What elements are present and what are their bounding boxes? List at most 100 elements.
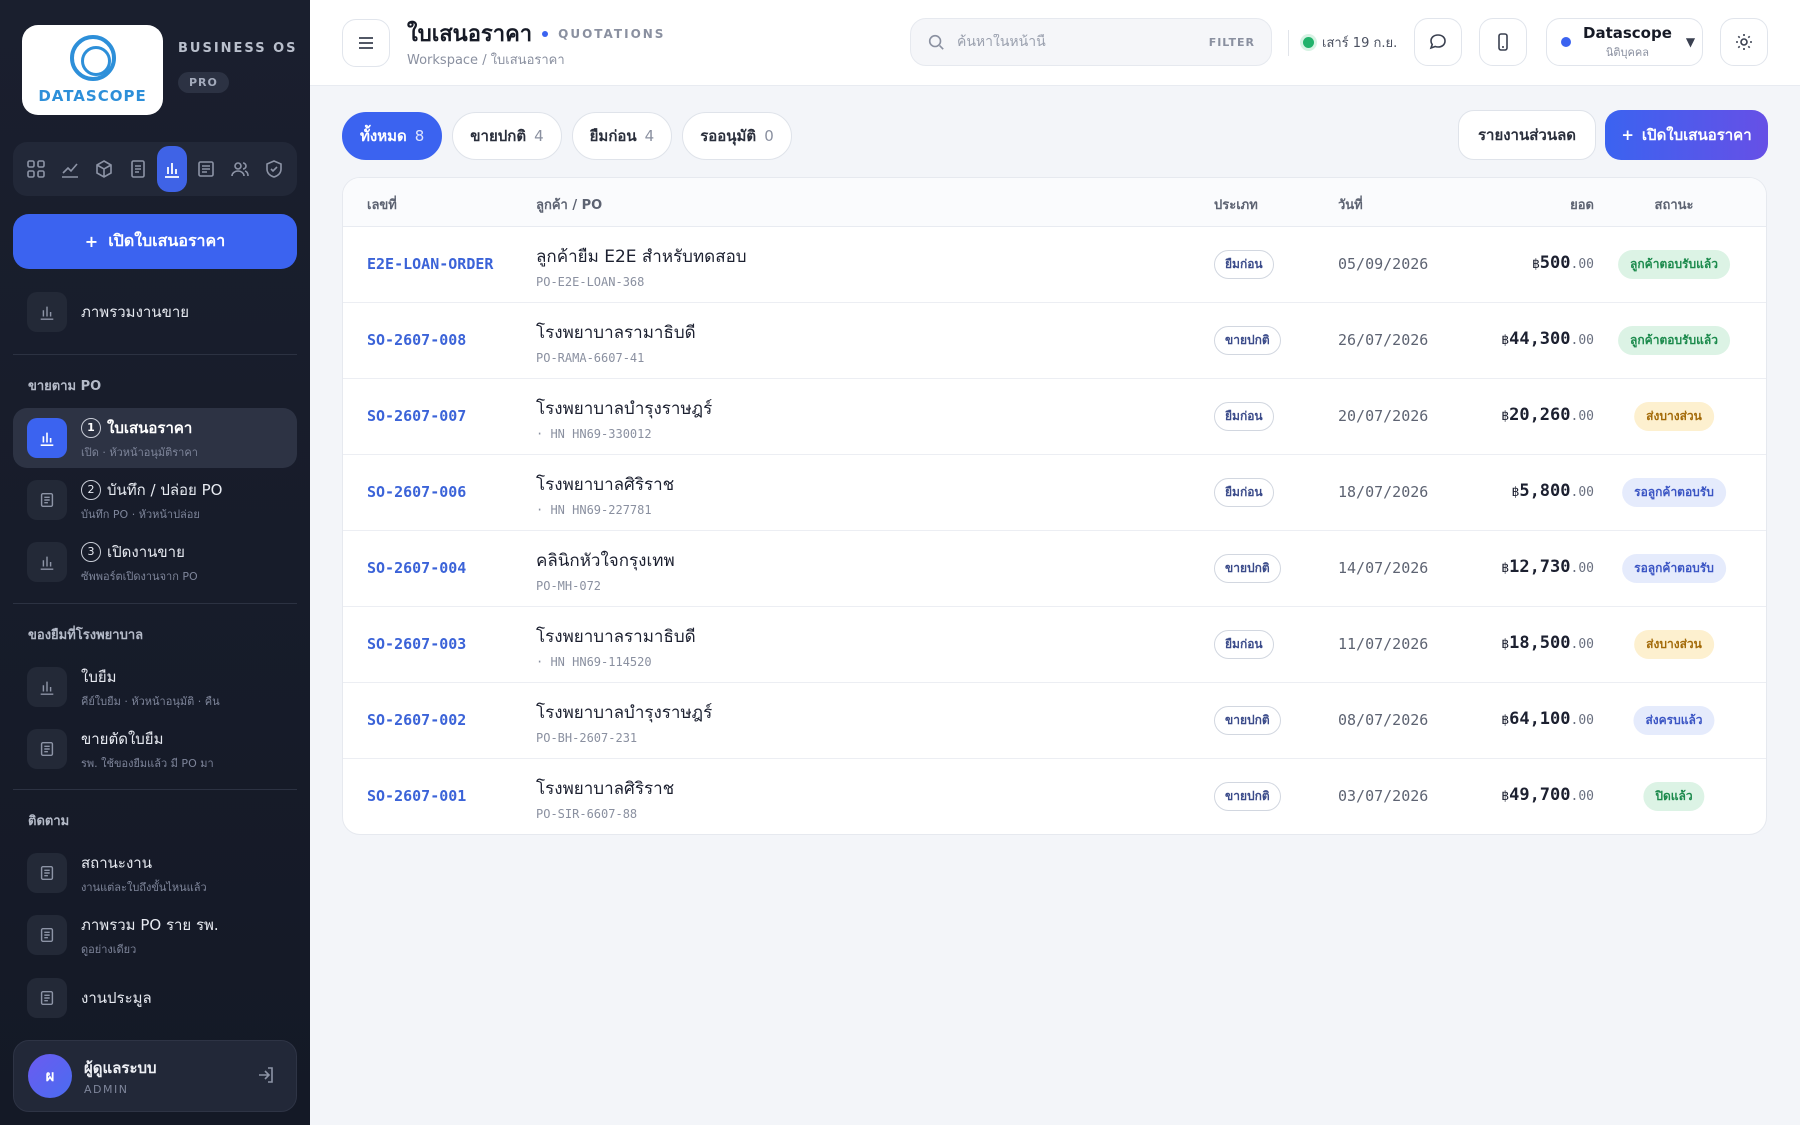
- status-badge: ปิดแล้ว: [1643, 782, 1705, 811]
- organization-selector[interactable]: Datascope นิติบุคคล ▼: [1546, 18, 1703, 66]
- search-input[interactable]: [957, 34, 1209, 50]
- sidebar-item-label: ภาพรวมงานขาย: [81, 303, 190, 321]
- header-divider: [1288, 30, 1289, 56]
- amount-cell: ฿49,700.00: [1501, 785, 1594, 805]
- bar-chart-icon: [27, 542, 67, 582]
- mobile-button[interactable]: [1479, 18, 1527, 66]
- quotation-number[interactable]: SO-2607-004: [367, 559, 466, 577]
- trend-chart-icon[interactable]: [55, 146, 85, 192]
- status-badge: ส่งบางส่วน: [1634, 402, 1714, 431]
- quotation-number[interactable]: E2E-LOAN-ORDER: [367, 255, 493, 273]
- sidebar-item-sales-overview[interactable]: ภาพรวมงานขาย: [13, 282, 297, 342]
- tab-count: 8: [414, 127, 425, 145]
- search-icon: [928, 34, 944, 50]
- settings-button[interactable]: [1720, 18, 1768, 66]
- shield-icon[interactable]: [259, 146, 289, 192]
- user-card[interactable]: ผ ผู้ดูแลระบบ ADMIN: [13, 1040, 297, 1112]
- sidebar-item-sub: บันทึก PO · หัวหน้าปล่อย: [81, 507, 200, 521]
- sidebar-item-label: ใบเสนอราคา: [107, 418, 193, 437]
- status-badge: ส่งครบแล้ว: [1633, 706, 1715, 735]
- new-quotation-button[interactable]: + เปิดใบเสนอราคา: [1605, 110, 1768, 160]
- po-number: · HN HN69-330012: [536, 427, 652, 441]
- type-badge: ยืมก่อน: [1214, 478, 1274, 507]
- sidebar-item-loan-sale[interactable]: ขายตัดใบยืม รพ. ใช้ของยืมแล้ว มี PO มา: [13, 719, 297, 779]
- sidebar-item-sub: รพ. ใช้ของยืมแล้ว มี PO มา: [81, 756, 214, 770]
- logo-mark: [69, 35, 116, 81]
- sidebar-item-open-sales[interactable]: 3 เปิดงานขาย ซัพพอร์ตเปิดงานจาก PO: [13, 532, 297, 592]
- col-header-customer[interactable]: ลูกค้า / PO: [536, 194, 602, 215]
- col-header-amount[interactable]: ยอด: [1570, 194, 1594, 215]
- quotation-number[interactable]: SO-2607-001: [367, 787, 466, 805]
- amount-decimals: .00: [1570, 257, 1594, 272]
- table-row[interactable]: SO-2607-002 โรงพยาบาลบำรุงราษฎร์ PO-BH-260…: [343, 683, 1766, 759]
- table-row[interactable]: SO-2607-007 โรงพยาบาลบำรุงราษฎร์ · HN HN69…: [343, 379, 1766, 455]
- box-icon[interactable]: [89, 146, 119, 192]
- document-icon[interactable]: [123, 146, 153, 192]
- tab-all[interactable]: ทั้งหมด 8: [342, 112, 443, 160]
- quotation-number[interactable]: SO-2607-002: [367, 711, 466, 729]
- customer-name: โรงพยาบาลรามาธิบดี: [536, 323, 696, 343]
- sidebar-item-po-overview[interactable]: ภาพรวม PO ราย รพ. ดูอย่างเดียว: [13, 905, 297, 965]
- chat-bubble-icon: [1429, 34, 1446, 50]
- users-icon[interactable]: [225, 146, 255, 192]
- quotation-number[interactable]: SO-2607-003: [367, 635, 466, 653]
- search-box[interactable]: FILTER: [910, 18, 1272, 66]
- currency-symbol: ฿: [1501, 409, 1510, 424]
- col-header-type[interactable]: ประเภท: [1214, 194, 1258, 215]
- module-icon-rail: [13, 142, 297, 196]
- customer-cell: โรงพยาบาลศิริราช PO-SIR-6607-88: [536, 775, 674, 821]
- sidebar-item-loan[interactable]: ใบยืม คีย์ใบยืม · หัวหน้าอนุมัติ · คืน: [13, 657, 297, 717]
- document-icon: [27, 480, 67, 520]
- col-header-date[interactable]: วันที่: [1338, 194, 1363, 215]
- bar-chart-icon[interactable]: [157, 146, 187, 192]
- menu-button[interactable]: [342, 19, 390, 67]
- quotation-number[interactable]: SO-2607-007: [367, 407, 466, 425]
- col-header-no[interactable]: เลขที่: [367, 194, 397, 215]
- phone-icon: [1498, 33, 1508, 51]
- table-row[interactable]: SO-2607-004 คลินิกหัวใจกรุงเทพ PO-MH-072 ขา…: [343, 531, 1766, 607]
- quotation-number[interactable]: SO-2607-008: [367, 331, 466, 349]
- col-header-status[interactable]: สถานะ: [1655, 194, 1694, 215]
- table-body: E2E-LOAN-ORDER ลูกค้ายืม E2E สำหรับทดสอบ P…: [343, 227, 1766, 834]
- sidebar-item-label: ขายตัดใบยืม: [81, 729, 164, 748]
- tab-label: รออนุมัติ: [700, 127, 757, 145]
- brand-logo[interactable]: DATASCOPE: [22, 25, 163, 115]
- logout-icon[interactable]: [256, 1065, 276, 1089]
- sidebar-new-quotation-button[interactable]: + เปิดใบเสนอราคา: [13, 214, 297, 269]
- org-name: Datascope: [1583, 23, 1672, 42]
- step-number: 1: [81, 417, 101, 438]
- grid-icon[interactable]: [21, 146, 51, 192]
- document-icon: [27, 729, 67, 769]
- chat-button[interactable]: [1414, 18, 1462, 66]
- amount-decimals: .00: [1570, 789, 1594, 804]
- tab-pending-approval[interactable]: รออนุมัติ 0: [682, 112, 792, 160]
- date-cell: 18/07/2026: [1338, 483, 1429, 501]
- sidebar-item-job-status[interactable]: สถานะงาน งานแต่ละใบถึงขั้นไหนแล้ว: [13, 843, 297, 903]
- amount-value: 64,100: [1509, 709, 1571, 729]
- table-row[interactable]: SO-2607-001 โรงพยาบาลศิริราช PO-SIR-6607-8…: [343, 759, 1766, 834]
- discount-report-button[interactable]: รายงานส่วนลด: [1458, 110, 1596, 160]
- table-row[interactable]: SO-2607-006 โรงพยาบาลศิริราช · HN HN69-227…: [343, 455, 1766, 531]
- sidebar-divider: [13, 603, 297, 604]
- amount-value: 44,300: [1509, 329, 1571, 349]
- table-row[interactable]: E2E-LOAN-ORDER ลูกค้ายืม E2E สำหรับทดสอบ P…: [343, 227, 1766, 303]
- customer-name: โรงพยาบาลศิริราช: [536, 779, 675, 799]
- table-row[interactable]: SO-2607-003 โรงพยาบาลรามาธิบดี · HN HN69-1…: [343, 607, 1766, 683]
- amount-value: 5,800: [1519, 481, 1571, 501]
- sidebar-item-bidding[interactable]: งานประมูล: [13, 968, 297, 1028]
- customer-cell: โรงพยาบาลรามาธิบดี · HN HN69-114520: [536, 623, 696, 669]
- filter-tag[interactable]: FILTER: [1209, 36, 1255, 49]
- step-number: 3: [81, 541, 101, 562]
- tab-loan-first[interactable]: ยืมก่อน 4: [571, 112, 673, 160]
- tab-normal-sale[interactable]: ขายปกติ 4: [452, 112, 562, 160]
- amount-decimals: .00: [1570, 637, 1594, 652]
- sidebar-item-label: ภาพรวม PO ราย รพ.: [81, 915, 219, 934]
- amount-value: 49,700: [1509, 785, 1571, 805]
- sidebar-item-quotations[interactable]: 1 ใบเสนอราคา เปิด · หัวหน้าอนุมัติราคา: [13, 408, 297, 468]
- quotation-number[interactable]: SO-2607-006: [367, 483, 466, 501]
- sidebar-item-record-po[interactable]: 2 บันทึก / ปล่อย PO บันทึก PO · หัวหน้าปล…: [13, 470, 297, 530]
- table-row[interactable]: SO-2607-008 โรงพยาบาลรามาธิบดี PO-RAMA-660…: [343, 303, 1766, 379]
- quotations-table: เลขที่ ลูกค้า / PO ประเภท วันที่ ยอด สถา…: [342, 177, 1767, 835]
- list-doc-icon[interactable]: [191, 146, 221, 192]
- amount-cell: ฿500.00: [1532, 253, 1594, 273]
